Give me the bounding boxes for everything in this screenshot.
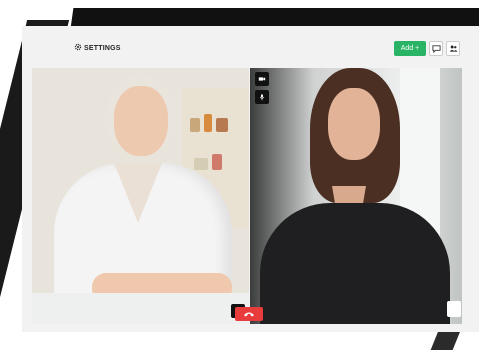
side-control[interactable] (447, 301, 461, 317)
hang-up-button[interactable] (235, 307, 263, 321)
microphone-toggle-button[interactable] (255, 90, 269, 104)
device-bezel-top (70, 8, 479, 28)
video-camera-icon (258, 70, 266, 88)
participant-video-patient[interactable] (250, 68, 462, 324)
camera-toggle-button[interactable] (255, 72, 269, 86)
participants-icon (449, 40, 458, 58)
hang-up-phone-icon (243, 305, 255, 323)
chat-button[interactable] (429, 41, 443, 56)
microphone-icon (258, 88, 266, 106)
add-participant-button[interactable]: Add + (394, 41, 426, 56)
gear-icon (74, 43, 82, 53)
chat-bubble-icon (431, 40, 441, 58)
video-call-screen: SETTINGS Add + (22, 26, 479, 332)
call-toolbar: SETTINGS Add + (22, 26, 479, 68)
desk (32, 293, 249, 324)
participant-video-doctor[interactable] (32, 68, 249, 324)
participants-button[interactable] (446, 41, 460, 56)
settings-label: SETTINGS (84, 44, 121, 52)
settings-button[interactable]: SETTINGS (74, 43, 121, 53)
